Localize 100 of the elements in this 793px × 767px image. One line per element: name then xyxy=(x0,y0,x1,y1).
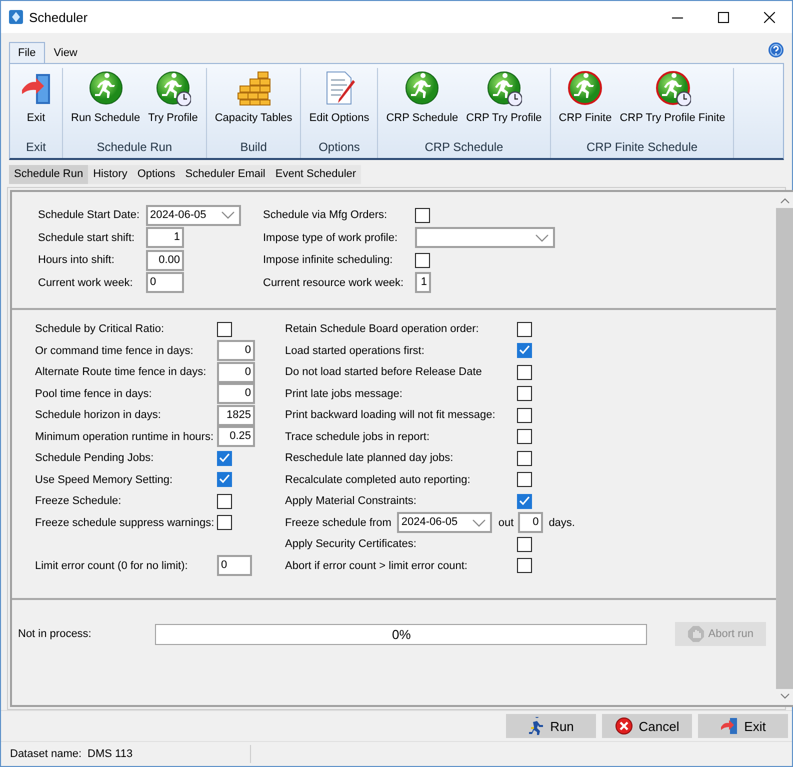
scroll-up-icon xyxy=(780,198,790,204)
input-field[interactable]: 1825 xyxy=(217,404,255,426)
checkbox[interactable] xyxy=(517,408,532,423)
field-label: Freeze schedule suppress warnings: xyxy=(35,516,216,531)
field-label: Recalculate completed auto reporting: xyxy=(285,472,472,488)
ribbon-button[interactable]: Run Schedule xyxy=(67,68,144,136)
field-label: days. xyxy=(548,516,575,529)
input-field[interactable]: 1 xyxy=(146,227,184,248)
input-field[interactable]: 0.25 xyxy=(217,426,255,448)
field-label: Or command time fence in days: xyxy=(35,344,194,359)
close-icon xyxy=(764,12,774,22)
group-label: CRP Finite Schedule xyxy=(586,139,698,156)
ribbon-button[interactable]: Exit xyxy=(14,68,58,136)
checkbox[interactable] xyxy=(217,322,232,337)
field-label: Abort if error count > limit error count: xyxy=(285,558,468,574)
checkbox[interactable] xyxy=(517,429,532,444)
field-label: Schedule horizon in days: xyxy=(35,408,162,424)
runner-icon xyxy=(88,70,124,106)
status-label: Dataset name: xyxy=(10,748,82,760)
checkbox[interactable] xyxy=(517,494,532,509)
help-icon[interactable] xyxy=(768,42,784,58)
input-field[interactable]: 0 xyxy=(146,272,184,294)
check-icon xyxy=(218,452,230,464)
ribbon-button[interactable]: CRP Schedule xyxy=(382,68,462,136)
field-label: Impose type of work profile: xyxy=(263,230,399,246)
field-label: Impose infinite scheduling: xyxy=(263,253,394,268)
checkbox[interactable] xyxy=(415,252,430,268)
tab[interactable]: Schedule Run xyxy=(9,165,88,184)
input-field[interactable]: 0 xyxy=(217,340,255,362)
checkbox[interactable] xyxy=(217,515,232,530)
field-label: Load started operations first: xyxy=(285,344,426,359)
input-field[interactable]: 0 xyxy=(217,362,255,383)
tab[interactable]: Options xyxy=(132,165,180,184)
checkbox[interactable] xyxy=(517,322,532,337)
checkbox[interactable] xyxy=(217,494,232,509)
bricks-icon xyxy=(236,70,272,106)
progress-label: Not in process: xyxy=(18,628,92,640)
input-field[interactable]: 0.00 xyxy=(146,250,184,271)
window-title: Scheduler xyxy=(29,10,89,24)
checkbox[interactable] xyxy=(517,364,532,380)
dialog-button[interactable]: Run xyxy=(506,714,596,738)
field-label: Do not load started before Release Date xyxy=(285,365,483,380)
date-picker[interactable]: 2024-06-05 xyxy=(146,204,241,226)
field-label: Pool time fence in days: xyxy=(35,386,153,402)
input-field[interactable]: 0 xyxy=(518,512,543,534)
cancel-icon xyxy=(614,717,633,735)
field-label: Schedule Pending Jobs: xyxy=(35,451,155,466)
dialog-button[interactable]: Cancel xyxy=(602,714,692,738)
field-label: Current work week: xyxy=(38,276,134,291)
ribbon-button[interactable]: Try Profile xyxy=(144,68,202,136)
checkbox[interactable] xyxy=(517,558,532,574)
ribbon-tab[interactable]: File xyxy=(9,42,45,63)
field-label: Minimum operation runtime in hours: xyxy=(35,430,215,445)
ribbon-button[interactable]: Edit Options xyxy=(305,68,374,136)
field-label: Print late jobs message: xyxy=(285,386,404,402)
field-label: Print backward loading will not fit message: xyxy=(285,408,496,424)
checkbox[interactable] xyxy=(517,386,532,402)
checkbox[interactable] xyxy=(517,343,532,358)
field-label: Freeze schedule from xyxy=(285,516,392,529)
field-label: Trace schedule jobs in report: xyxy=(285,430,430,445)
checkbox[interactable] xyxy=(217,472,232,488)
field-label: Reschedule late planned day jobs: xyxy=(285,451,454,466)
dialog-button[interactable]: Exit xyxy=(698,714,788,738)
tab[interactable]: Scheduler Email xyxy=(180,165,270,184)
field-label: out xyxy=(498,516,514,529)
group-label: Build xyxy=(240,139,267,156)
runner-icon xyxy=(528,717,544,735)
field-label: Schedule start shift: xyxy=(38,230,136,246)
field-label: Schedule by Critical Ratio: xyxy=(35,322,166,338)
stop-hand-icon xyxy=(688,626,704,642)
ribbon-button[interactable]: CRP Try Profile Finite xyxy=(616,68,730,136)
field-label: Limit error count (0 for no limit): xyxy=(35,558,189,574)
checkbox[interactable] xyxy=(217,450,232,466)
maximize-icon xyxy=(718,12,728,22)
scroll-down-icon xyxy=(780,693,790,699)
progress-bar: 0% xyxy=(155,624,648,645)
field-label: Hours into shift: xyxy=(38,253,116,268)
checkbox[interactable] xyxy=(517,536,532,552)
runner-clock-icon xyxy=(486,70,522,106)
input-field[interactable]: 1 xyxy=(415,272,431,294)
exit-door-icon xyxy=(720,717,738,735)
input-field[interactable]: 0 xyxy=(217,555,252,576)
runner-clock-icon xyxy=(154,70,191,106)
date-picker[interactable]: 2024-06-05 xyxy=(397,512,492,534)
checkbox[interactable] xyxy=(415,208,430,223)
ribbon-button[interactable]: Capacity Tables xyxy=(210,68,296,136)
scrollbar[interactable] xyxy=(776,190,793,707)
ribbon-button[interactable]: CRP Try Profile xyxy=(462,68,546,136)
checkbox[interactable] xyxy=(517,450,532,466)
input-field[interactable]: 0 xyxy=(217,383,255,404)
checkbox[interactable] xyxy=(517,472,532,488)
tab[interactable]: History xyxy=(88,165,132,184)
tab[interactable]: Event Scheduler xyxy=(270,165,362,184)
field-label: Use Speed Memory Setting: xyxy=(35,472,174,488)
ribbon-button[interactable]: CRP Finite xyxy=(554,68,616,136)
check-icon xyxy=(518,494,530,507)
ribbon-tab[interactable]: View xyxy=(44,42,86,63)
field-label: Apply Security Certificates: xyxy=(285,537,418,552)
group-label: Options xyxy=(318,139,360,156)
field-label: Schedule Start Date: xyxy=(38,208,141,224)
